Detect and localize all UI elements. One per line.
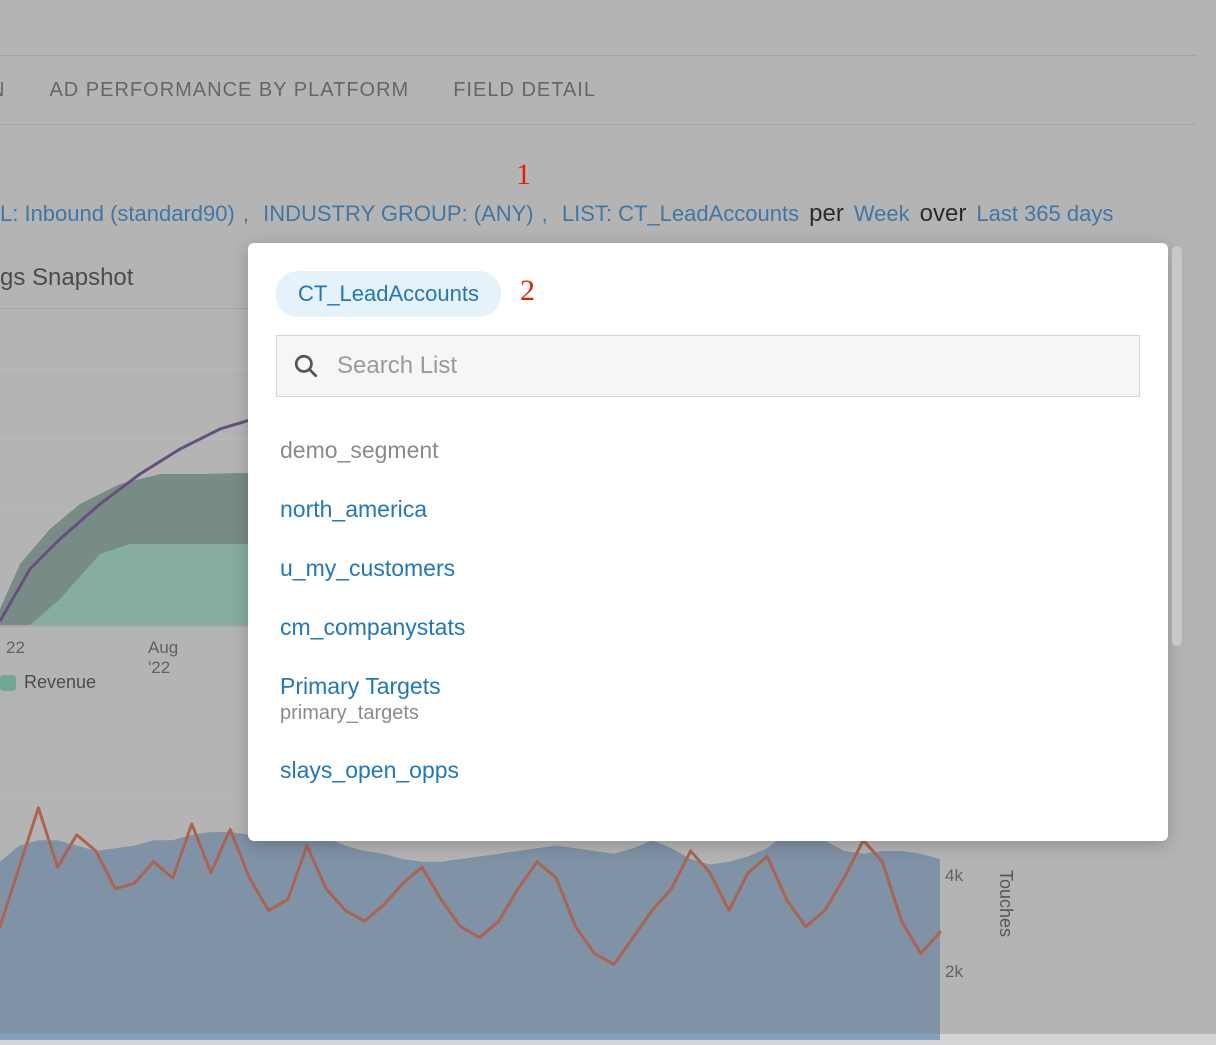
list-item-primary: u_my_customers [280,555,1136,582]
legend-swatch-revenue [0,675,16,691]
filter-per-value[interactable]: Week [854,201,910,227]
list-item-primary: cm_companystats [280,614,1136,641]
search-icon [293,353,319,379]
filter-comma-0: , [243,201,255,227]
list-item-primary: demo_segment [280,437,1136,464]
nav-item-ad-performance[interactable]: AD PERFORMANCE BY PLATFORM [49,79,409,102]
list-item-north_america[interactable]: north_america [276,480,1140,539]
filter-over-value[interactable]: Last 365 days [976,201,1113,227]
filter-comma-1: , [542,201,554,227]
filter-segment-0[interactable]: L: Inbound (standard90) [0,201,235,227]
chart1-legend: Revenue [0,672,96,693]
list-item-slays_open_opps[interactable]: slays_open_opps [276,741,1140,800]
filter-over-label: over [920,200,967,228]
list-item-demo_segment[interactable]: demo_segment [276,421,1140,480]
filter-segment-2[interactable]: LIST: CT_LeadAccounts [562,201,799,227]
chart1-x-tick-0: 22 [6,638,25,658]
list-item-primary: Primary Targets [280,673,1136,700]
selected-list-chip[interactable]: CT_LeadAccounts [276,271,501,317]
list-item-primary-targets[interactable]: Primary Targetsprimary_targets [276,657,1140,741]
search-list-box[interactable] [276,335,1140,397]
filter-segment-1[interactable]: INDUSTRY GROUP: (ANY) [263,201,534,227]
list-item-u_my_customers[interactable]: u_my_customers [276,539,1140,598]
annotation-2: 2 [520,274,535,308]
list-item-primary: slays_open_opps [280,757,1136,784]
search-list-input[interactable] [337,352,1123,380]
list-filter-dropdown[interactable]: CT_LeadAccounts demo_segment north_americ… [248,243,1168,841]
chart2-y-tick-4k: 4k [945,866,963,886]
nav-item-field-detail[interactable]: FIELD DETAIL [453,79,596,102]
snapshot-title: gs Snapshot [0,264,133,292]
filter-sentence: L: Inbound (standard90) , INDUSTRY GROUP… [0,200,1113,228]
filter-per-label: per [809,200,844,228]
top-nav: N AD PERFORMANCE BY PLATFORM FIELD DETAI… [0,55,1196,125]
dropdown-scrollbar[interactable] [1172,246,1182,646]
chart2-y-label: Touches [995,870,1016,937]
nav-item-0[interactable]: N [0,79,5,102]
legend-label-revenue: Revenue [24,672,96,693]
list-item-cm_companystats[interactable]: cm_companystats [276,598,1140,657]
list-item-primary: north_america [280,496,1136,523]
list-item-secondary: primary_targets [280,702,1136,725]
chart2-y-tick-2k: 2k [945,962,963,982]
chart1-x-tick-1: Aug '22 [148,638,178,678]
annotation-1: 1 [516,158,531,192]
